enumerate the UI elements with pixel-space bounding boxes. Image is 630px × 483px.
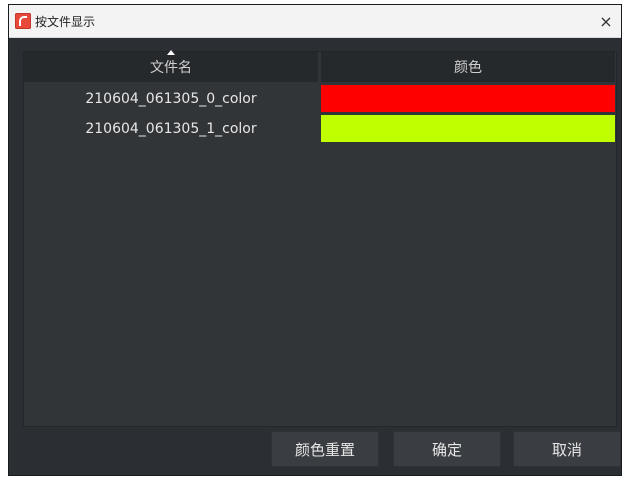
button-bar: 颜色重置 确定 取消 [9,431,621,467]
file-name-cell[interactable]: 210604_061305_1_color [24,115,318,142]
window-title: 按文件显示 [35,14,96,29]
file-color-table: 文件名 颜色 210604_061305_0_color 210604_0613… [23,50,617,427]
dialog-window: 按文件显示 × 文件名 颜色 210604_061305_0_color 210… [8,4,622,476]
table-header: 文件名 颜色 [24,50,616,82]
table-row[interactable]: 210604_061305_0_color [24,85,616,112]
ok-button[interactable]: 确定 [393,431,501,467]
column-header-color-label: 颜色 [454,60,482,76]
column-header-filename-label: 文件名 [150,60,192,76]
title-bar: 按文件显示 × [9,5,621,38]
table-row[interactable]: 210604_061305_1_color [24,115,616,142]
color-swatch-cell[interactable] [321,85,615,112]
column-header-filename[interactable]: 文件名 [24,50,318,82]
column-header-color[interactable]: 颜色 [321,52,615,82]
reset-color-button[interactable]: 颜色重置 [271,431,379,467]
app-logo-icon [15,13,31,29]
close-button[interactable]: × [591,5,621,37]
cancel-button[interactable]: 取消 [513,431,621,467]
color-swatch-cell[interactable] [321,115,615,142]
sort-ascending-icon [167,50,175,55]
file-name-cell[interactable]: 210604_061305_0_color [24,85,318,112]
